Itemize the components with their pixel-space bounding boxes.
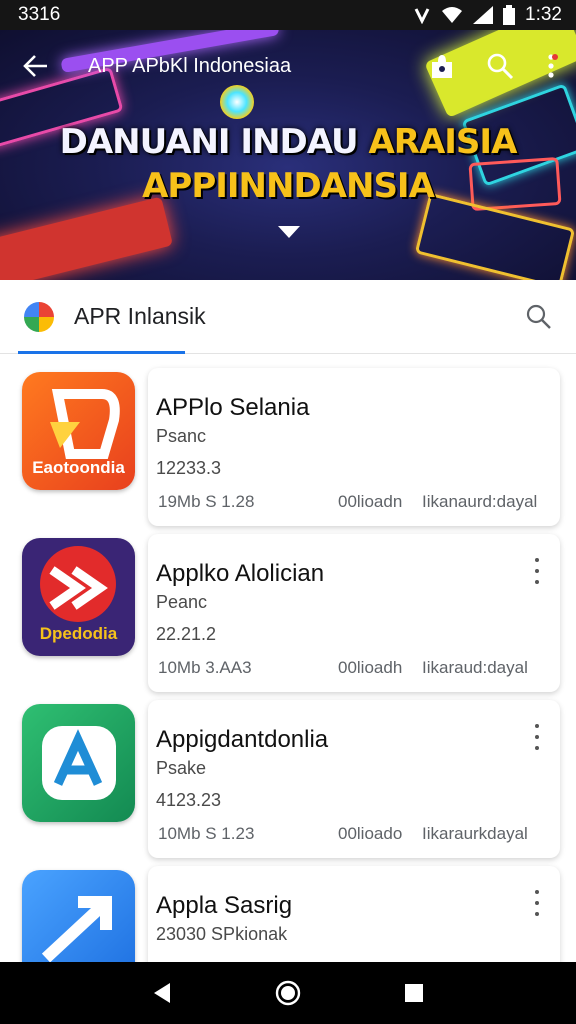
app-rating: 4123.23 xyxy=(156,790,222,810)
wifi-icon xyxy=(441,6,463,24)
recents-square-icon xyxy=(405,984,424,1002)
app-card[interactable]: Applko Alolician Peanc 22.21.2 10Mb 3.AA… xyxy=(148,534,560,692)
app-developer: Iikanaurd:dayal xyxy=(422,492,538,511)
back-arrow-icon xyxy=(23,55,47,77)
expand-chevron-icon[interactable] xyxy=(278,225,300,243)
list-item[interactable]: Appigdantdonlia Psake 4123.23 10Mb S 1.2… xyxy=(0,686,576,858)
search-query[interactable]: APR Inlansik xyxy=(74,303,526,330)
back-button[interactable] xyxy=(18,48,54,84)
app-name: Appla Sasrig xyxy=(156,892,293,919)
app-developer: Iikaraurkdayal xyxy=(422,824,528,843)
hero-line2: APPIINNDANSIA xyxy=(142,166,435,206)
app-downloads: 00lioado xyxy=(338,824,403,843)
app-icon[interactable]: Eaotoondia xyxy=(22,372,135,490)
system-nav-bar xyxy=(0,962,576,1024)
home-circle-icon xyxy=(275,980,301,1006)
app-icon[interactable] xyxy=(22,704,135,822)
battery-icon xyxy=(503,5,516,25)
app-downloads: 00lioadh xyxy=(338,658,403,677)
list-item[interactable]: Dpedodia Applko Alolician Peanc 22.21.2 … xyxy=(0,520,576,692)
app-name: Appigdantdonlia xyxy=(156,726,329,753)
more-options-button[interactable] xyxy=(530,890,544,916)
status-time-right: 1:32 xyxy=(525,4,562,25)
app-name: APPlo Selania xyxy=(156,394,310,421)
app-downloads: 00lioadn xyxy=(338,492,403,511)
hero-banner: APP APbKl Indonesiaa DANUANI INDAU ARAIS… xyxy=(0,30,576,280)
search-submit-button[interactable] xyxy=(526,304,552,330)
hero-headline: DANUANI INDAU ARAISIA APPIINNDANSIA xyxy=(0,120,576,208)
app-icon-brand: Eaotoondia xyxy=(32,458,125,477)
search-button[interactable] xyxy=(486,52,514,80)
app-subtitle: Psake xyxy=(156,758,207,778)
app-card[interactable]: Appigdantdonlia Psake 4123.23 10Mb S 1.2… xyxy=(148,700,560,858)
app-subtitle: Psanc xyxy=(156,426,207,446)
a-logo-icon xyxy=(42,726,116,800)
app-bar-title: APP APbKl Indonesiaa xyxy=(88,54,292,77)
app-card[interactable]: APPlo Selania Psanc 12233.3 19Mb S 1.28 … xyxy=(148,368,560,526)
app-bar: APP APbKl Indonesiaa xyxy=(0,30,576,102)
app-rating: 12233.3 xyxy=(156,458,222,478)
hero-line1-b: ARAISIA xyxy=(368,122,517,162)
app-icon[interactable]: Dpedodia xyxy=(22,538,135,656)
nav-home-button[interactable] xyxy=(275,980,301,1006)
app-size: 10Mb S 1.23 xyxy=(158,824,255,843)
store-logo-icon xyxy=(24,301,54,332)
app-name: Applko Alolician xyxy=(156,560,325,587)
account-button[interactable] xyxy=(428,52,456,80)
status-icons: 1:32 xyxy=(413,4,562,26)
list-item[interactable]: Eaotoondia APPlo Selania Psanc 12233.3 1… xyxy=(0,354,576,526)
more-options-button[interactable] xyxy=(530,558,544,584)
search-bar[interactable]: APR Inlansik xyxy=(0,280,576,354)
signal-icon xyxy=(473,6,494,24)
more-vert-icon xyxy=(548,54,558,78)
app-subtitle: Peanc xyxy=(156,592,208,612)
app-size: 10Mb 3.AA3 xyxy=(158,658,252,677)
app-size: 19Mb S 1.28 xyxy=(158,492,255,511)
nav-recents-button[interactable] xyxy=(404,983,424,1003)
search-icon xyxy=(487,53,514,80)
hero-line1-a: DANUANI INDAU xyxy=(59,122,369,162)
back-triangle-icon xyxy=(153,983,170,1003)
puzzle-icon xyxy=(432,55,452,78)
app-subtitle: 23030 SPkionak xyxy=(156,924,288,944)
app-rating: 22.21.2 xyxy=(156,624,217,644)
status-time-left: 3316 xyxy=(18,4,61,25)
search-icon xyxy=(526,304,551,329)
more-options-button[interactable] xyxy=(530,724,544,750)
status-bar: 3316 1:32 xyxy=(0,0,576,30)
app-icon-brand: Dpedodia xyxy=(39,624,118,643)
nav-back-button[interactable] xyxy=(152,982,172,1004)
vibrate-icon xyxy=(413,6,431,24)
overflow-menu-button[interactable] xyxy=(544,52,558,80)
app-developer: Iikaraud:dayal xyxy=(422,658,528,677)
